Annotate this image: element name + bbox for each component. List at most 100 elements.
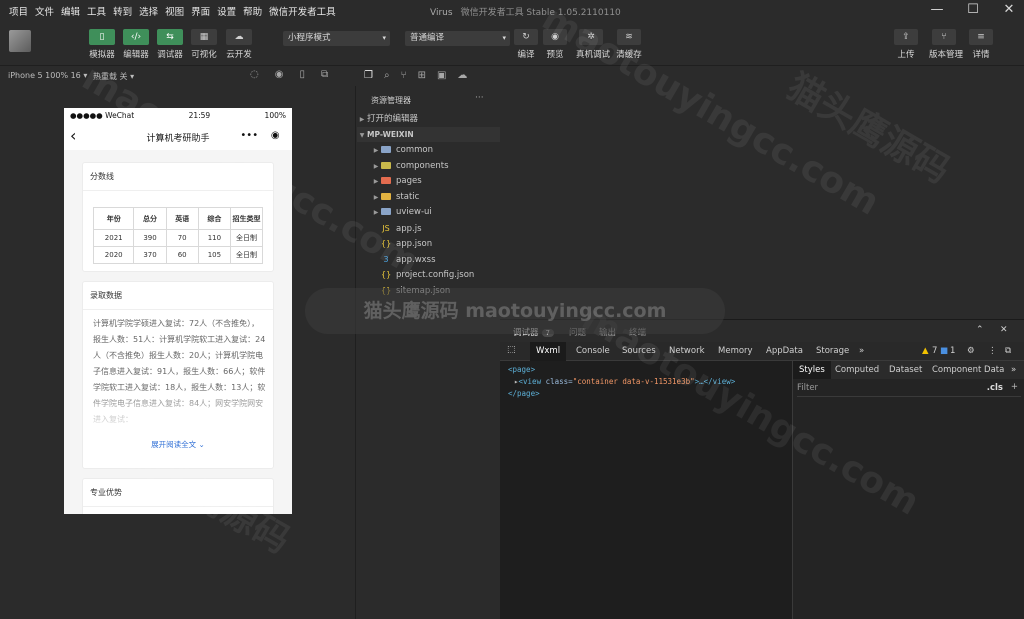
compile-button[interactable]: ↻ 编译 [511,29,541,60]
explorer-item-common[interactable]: ▶ common [357,143,500,158]
dom-view-node[interactable]: ▸<view class="container data-v-11531e3b"… [508,376,784,388]
menu-item-5[interactable]: 选择 [139,4,158,18]
menu-item-6[interactable]: 视图 [165,4,184,18]
wxml-tree[interactable]: <page> ▸<view class="container data-v-11… [500,361,792,619]
more-panels-icon[interactable]: » [859,346,864,356]
more-dots-icon[interactable]: ••• [240,130,258,141]
search-icon[interactable]: ⌕ [384,70,390,81]
dom-page-close[interactable]: </page> [508,388,784,400]
tab-problems[interactable]: 问题 [569,326,586,338]
explorer-item-static[interactable]: ▶ static [357,190,500,205]
panel-wxml[interactable]: Wxml [530,342,567,361]
tab-debugger[interactable]: 调试器 7 [513,326,554,338]
project-section[interactable]: ▼ MP-WEIXIN [357,127,500,142]
tab-styles[interactable]: Styles [793,361,831,379]
carrier: ●●●●● WeChat [70,110,135,120]
window-controls: — ☐ ✕ [930,3,1016,17]
add-rule-icon[interactable]: + [1011,382,1018,392]
panel-memory[interactable]: Memory [718,346,753,356]
info-icon[interactable]: ■ [940,346,948,356]
details-button[interactable]: ≡ 详情 [966,29,996,60]
explorer-item-sitemap-json[interactable]: {} sitemap.json [357,283,500,298]
open-editors-section[interactable]: ▶ 打开的编辑器 [357,112,500,127]
styles-filter[interactable]: Filter .cls + [797,382,1021,397]
editor-toggle[interactable]: ‹/› 编辑器 [121,29,151,60]
explorer-item-app-json[interactable]: {} app.json [357,236,500,251]
explorer-item-app-wxss[interactable]: 3 app.wxss [357,252,500,267]
close-panel-icon[interactable]: ✕ [1000,325,1008,335]
menu-item-1[interactable]: 文件 [35,4,54,18]
simulator-label: 模拟器 [89,50,115,60]
record-icon[interactable]: ◉ [275,69,284,80]
source-control-icon[interactable]: ⑂ [401,70,407,81]
th-year: 年份 [92,207,135,230]
docker-icon[interactable]: ☁ [457,70,467,81]
extensions-icon[interactable]: ⊞ [418,70,426,81]
kebab-icon[interactable]: ⋮ [988,346,997,356]
visual-button[interactable]: ▦ 可视化 [189,29,219,60]
menu-item-2[interactable]: 编辑 [61,4,80,18]
json-file-icon: {} [381,285,392,295]
version-button[interactable]: ⑂ 版本管理 [929,29,963,60]
panel-storage[interactable]: Storage [816,346,849,356]
compile-select[interactable]: 普通编译 ▾ [405,31,510,46]
upload-button[interactable]: ⇪ 上传 [891,29,921,60]
minimize-icon[interactable]: — [930,3,944,17]
menu-item-4[interactable]: 转到 [113,4,132,18]
menu-item-3[interactable]: 工具 [87,4,106,18]
menu-item-8[interactable]: 设置 [217,4,236,18]
tab-terminal[interactable]: 终端 [629,326,646,338]
tab-computed[interactable]: Computed [835,365,879,375]
dom-page-open[interactable]: <page> [508,364,784,376]
preview-button[interactable]: ◉ 预览 [540,29,570,60]
activity-icons: ❐ ⌕ ⑂ ⊞ ▣ ☁ [364,70,467,81]
close-icon[interactable]: ✕ [1002,3,1016,17]
capsule-menu[interactable]: ••• ◉ [234,127,286,144]
avatar[interactable] [9,30,31,52]
debug-panel-icon[interactable]: ▣ [437,70,446,81]
cell: 60 [165,246,199,264]
phone-status-bar: ●●●●● WeChat 21:59 100% [64,108,292,122]
warning-icon[interactable]: ▲ [922,346,929,356]
simulator-toggle[interactable]: ▯ 模拟器 [87,29,117,60]
settings-icon[interactable]: ⚙ [967,346,975,356]
tab-dataset[interactable]: Dataset [889,365,922,375]
menu-item-9[interactable]: 帮助 [243,4,262,18]
menu-item-0[interactable]: 项目 [9,4,28,18]
hotreload-select[interactable]: 热重载 关 ▾ [93,71,134,82]
cls-toggle[interactable]: .cls [987,383,1003,393]
explorer-item-components[interactable]: ▶ components [357,159,500,174]
files-icon[interactable]: ❐ [364,70,373,81]
close-target-icon[interactable]: ◉ [271,130,280,141]
panel-appdata[interactable]: AppData [766,346,803,356]
panel-network[interactable]: Network [669,346,705,356]
remote-debug-button[interactable]: ✲ 真机调试 [576,29,610,60]
tab-output[interactable]: 输出 [599,326,616,338]
popout-icon[interactable]: ⧉ [321,69,328,80]
panel-console[interactable]: Console [576,346,610,356]
page-scroll[interactable]: 分数线 年份 总分 英语 综合 招生类型 2021 390 70 110 全日制… [64,150,292,514]
menu-item-7[interactable]: 界面 [191,4,210,18]
menu-item-10[interactable]: 微信开发者工具 [269,4,336,18]
explorer-item-project-config-json[interactable]: {} project.config.json [357,267,500,282]
collapse-icon[interactable]: ⌃ [976,325,984,335]
device-select[interactable]: iPhone 5 100% 16 ▾ [8,71,87,80]
explorer-item-app-js[interactable]: JS app.js [357,221,500,236]
inspect-icon[interactable]: ⬚ [507,345,516,355]
more-tabs-icon[interactable]: » [1011,365,1016,375]
explorer-item-label: project.config.json [396,270,475,280]
panel-sources[interactable]: Sources [622,346,656,356]
maximize-icon[interactable]: ☐ [966,3,980,17]
expand-link[interactable]: 展开阅读全文 ⌄ [83,439,273,450]
debugger-toggle[interactable]: ⇆ 调试器 [155,29,185,60]
rotate-icon[interactable]: ◌ [250,69,259,80]
clear-cache-button[interactable]: ≋ 清缓存 [614,29,644,60]
explorer-item-pages[interactable]: ▶ pages [357,174,500,189]
more-icon[interactable]: ··· [475,93,484,103]
explorer-item-uview-ui[interactable]: ▶ uview-ui [357,205,500,220]
device-icon[interactable]: ▯ [299,69,305,80]
tab-component-data[interactable]: Component Data [932,365,1004,375]
cloud-dev-button[interactable]: ☁ 云开发 [224,29,254,60]
dock-icon[interactable]: ⧉ [1005,346,1011,356]
mode-select[interactable]: 小程序模式 ▾ [283,31,390,46]
